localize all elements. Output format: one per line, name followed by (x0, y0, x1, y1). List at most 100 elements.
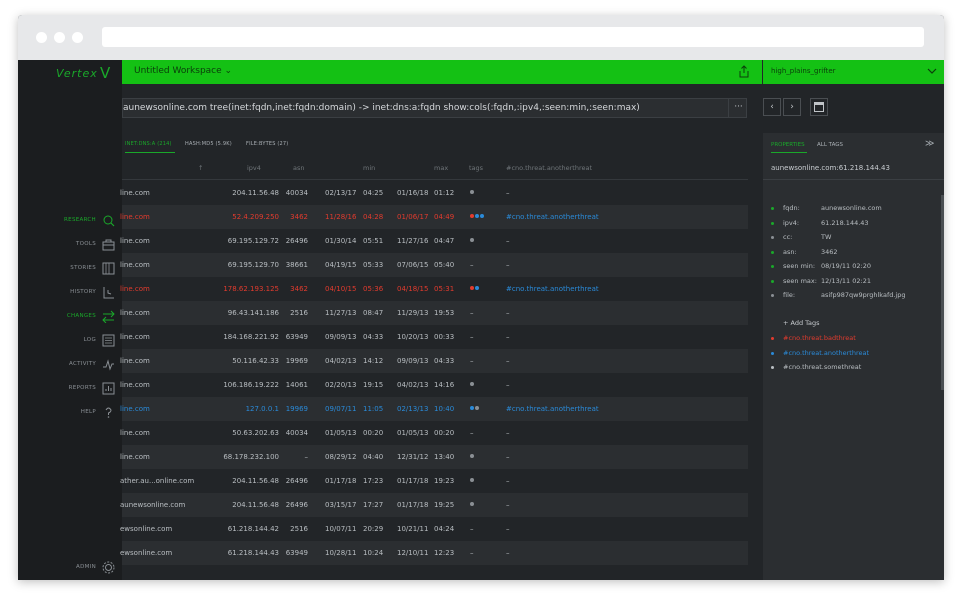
table-row[interactable]: line.com 52.4.209.250 3462 11/28/16 04:28 01/… (120, 205, 748, 229)
cell-max-time: 04:49 (434, 213, 455, 221)
sidebar-item-history[interactable]: HISTORY (18, 285, 122, 303)
cell-fqdn: aunewsonline.com (120, 501, 186, 509)
back-button[interactable]: ‹ (763, 98, 781, 116)
cell-tag[interactable]: #cno.threat.anotherthreat (506, 405, 599, 413)
query-input[interactable]: aunewsonline.com tree(inet:fqdn,inet:fqd… (122, 98, 747, 118)
table-row[interactable]: line.com 50.63.202.63 40034 01/05/13 00:20 01… (120, 421, 748, 445)
cell-max-time: 05:31 (434, 285, 455, 293)
sidebar-item-tools[interactable]: TOOLS (18, 237, 122, 255)
cell-ipv4: 68.178.232.100 (223, 453, 279, 461)
tab-properties[interactable]: PROPERTIES (771, 142, 805, 148)
active-tab-indicator (771, 152, 807, 153)
tab-hash-md5[interactable]: HASH:MD5 (5.9K) (185, 141, 232, 147)
query-more-button[interactable]: ··· (728, 99, 748, 117)
cell-max-date: 01/06/17 (397, 213, 429, 221)
forward-button[interactable]: › (783, 98, 801, 116)
cell-min-time: 14:12 (363, 357, 384, 365)
cell-max-date: 04/02/13 (397, 381, 429, 389)
cell-tag-dots: – (470, 429, 474, 437)
query-text: aunewsonline.com tree(inet:fqdn,inet:fqd… (123, 103, 640, 113)
table-row[interactable]: line.com 204.11.56.48 40034 02/13/17 04:25 01… (120, 181, 748, 205)
user-menu[interactable]: high_plains_grifter (763, 60, 944, 84)
window-dot-close[interactable] (36, 32, 47, 43)
cell-max-time: 00:20 (434, 429, 455, 437)
add-tags-button[interactable]: + Add Tags (783, 319, 820, 327)
table-row[interactable]: line.com 69.195.129.72 26496 01/30/14 05:51 1… (120, 229, 748, 253)
column-asn[interactable]: asn (293, 164, 305, 172)
column-tags[interactable]: tags (469, 164, 483, 172)
cell-asn: – (304, 453, 309, 461)
column-min[interactable]: min (363, 164, 375, 172)
tag-dot (470, 238, 474, 242)
cell-min-date: 01/30/14 (325, 237, 357, 245)
cell-tag-dots: – (470, 525, 474, 533)
toolbox-icon (102, 239, 115, 251)
table-row[interactable]: line.com 127.0.0.1 19969 09/07/11 11:05 02/13… (120, 397, 748, 421)
table-row[interactable]: ather.au...online.com 204.11.56.48 26496 01… (120, 469, 748, 493)
sidebar: Vertex V RESEARCH TOOLS STORIES HISTORY CHAN… (18, 60, 122, 580)
log-icon (102, 334, 115, 347)
sidebar-item-admin[interactable]: ADMIN (18, 560, 122, 578)
tab-all-tags[interactable]: ALL TAGS (817, 142, 843, 148)
cell-asn: 26496 (285, 501, 308, 509)
table-row[interactable]: line.com 178.62.193.125 3462 04/10/15 05:36 0… (120, 277, 748, 301)
sidebar-item-activity[interactable]: ACTIVITY (18, 357, 122, 375)
cell-ipv4: 69.195.129.70 (227, 261, 279, 269)
cell-asn: 40034 (285, 429, 308, 437)
sidebar-item-reports[interactable]: REPORTS (18, 381, 122, 399)
cell-min-date: 04/19/15 (325, 261, 357, 269)
address-bar[interactable] (102, 27, 924, 47)
cell-tag[interactable]: #cno.threat.anotherthreat (506, 285, 599, 293)
table-header: ↑ ipv4 asn min max tags #cno.threat.anot… (122, 155, 748, 180)
property-key: file: (783, 291, 796, 299)
column-max[interactable]: max (434, 164, 448, 172)
cell-max-time: 12:23 (434, 549, 455, 557)
sort-icon[interactable]: ↑ (198, 164, 203, 172)
history-icon (103, 287, 114, 299)
sidebar-item-changes[interactable]: CHANGES (18, 309, 122, 327)
cell-ipv4: 52.4.209.250 (232, 213, 279, 221)
table-row[interactable]: line.com 50.116.42.33 19969 04/02/13 14:12 09… (120, 349, 748, 373)
column-tag[interactable]: #cno.threat.anotherthreat (506, 164, 592, 172)
cell-ipv4: 178.62.193.125 (223, 285, 279, 293)
result-tabs: INET:DNS:A (214) HASH:MD5 (5.9K) FILE:BY… (122, 135, 748, 153)
table-row[interactable]: ewsonline.com 61.218.144.43 63949 10/28/11 1… (120, 541, 748, 565)
sidebar-item-research[interactable]: RESEARCH (18, 213, 122, 231)
column-ipv4[interactable]: ipv4 (247, 164, 261, 172)
table-row[interactable]: aunewsonline.com 204.11.56.48 26496 03/15/1… (120, 493, 748, 517)
cell-tag: – (506, 501, 510, 509)
expand-panel-icon[interactable]: ≫ (925, 139, 934, 149)
selected-node: aunewsonline.com:61.218.144.43 (771, 164, 890, 172)
active-tab-indicator (125, 152, 175, 153)
table-row[interactable]: ewsonline.com 61.218.144.42 2516 10/07/11 20… (120, 517, 748, 541)
tag-dot (475, 286, 479, 290)
tab-file-bytes[interactable]: FILE:BYTES (27) (246, 141, 288, 147)
cell-fqdn: line.com (120, 333, 150, 341)
cell-asn: 19969 (285, 405, 308, 413)
table-row[interactable]: line.com 106.186.19.222 14061 02/20/13 19:15… (120, 373, 748, 397)
cell-ipv4: 127.0.0.1 (245, 405, 279, 413)
share-icon[interactable] (738, 65, 750, 78)
table-row[interactable]: line.com 68.178.232.100 – 08/29/12 04:40 12/3… (120, 445, 748, 469)
sidebar-item-help[interactable]: HELP (18, 405, 122, 423)
property-key: seen min: (783, 262, 816, 270)
table-row[interactable]: line.com 96.43.141.186 2516 11/27/13 08:47 11… (120, 301, 748, 325)
layout-toggle-button[interactable] (810, 98, 828, 116)
sidebar-item-stories[interactable]: STORIES (18, 261, 122, 279)
table-row[interactable]: line.com 184.168.221.92 63949 09/09/13 04:33… (120, 325, 748, 349)
cell-tag[interactable]: #cno.threat.anotherthreat (506, 213, 599, 221)
window-icon (814, 102, 824, 112)
cell-min-date: 11/27/13 (325, 309, 357, 317)
cell-min-time: 05:33 (363, 261, 384, 269)
window-dot-maximize[interactable] (72, 32, 83, 43)
cell-max-time: 10:40 (434, 405, 455, 413)
tag-dot (470, 454, 474, 458)
workspace-title[interactable]: Untitled Workspace ⌄ (134, 66, 232, 76)
window-dot-minimize[interactable] (54, 32, 65, 43)
panel-scrollbar[interactable] (941, 195, 944, 390)
cell-max-time: 19:53 (434, 309, 455, 317)
table-row[interactable]: line.com 69.195.129.70 38661 04/19/15 05:33 0… (120, 253, 748, 277)
tab-inet-dns-a[interactable]: INET:DNS:A (214) (125, 141, 172, 147)
cell-tag: – (506, 237, 510, 245)
sidebar-item-log[interactable]: LOG (18, 333, 122, 351)
